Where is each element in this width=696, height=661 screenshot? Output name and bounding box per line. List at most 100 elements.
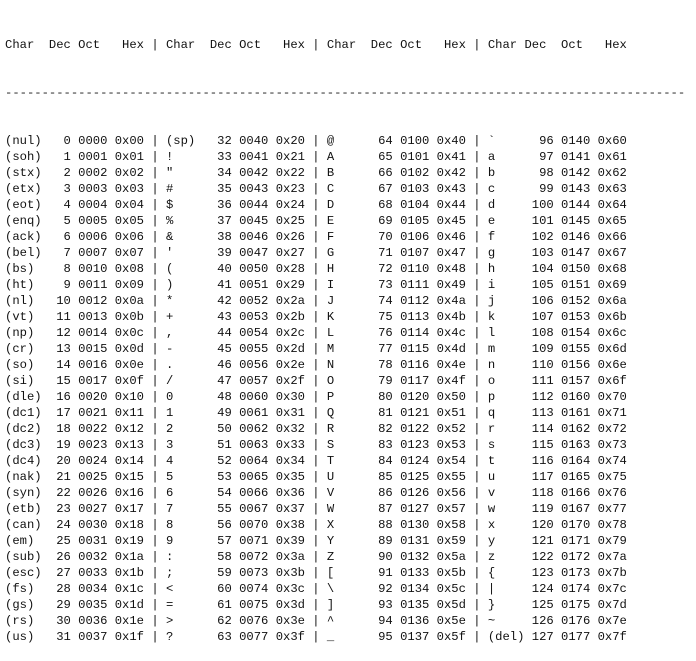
cell-hex: 0x35 [275, 470, 305, 484]
cell-dec: 78 [363, 358, 401, 372]
cell-dec: 14 [41, 358, 79, 372]
table-row: (etx) 3 0003 0x03 | # 35 0043 0x23 | C 6… [5, 181, 685, 197]
table-row: (eot) 4 0004 0x04 | $ 36 0044 0x24 | D 6… [5, 197, 685, 213]
column-separator: | [144, 406, 166, 420]
table-row: (us) 31 0037 0x1f | ? 63 0077 0x3f | _ 9… [5, 629, 685, 645]
column-separator: | [144, 470, 166, 484]
cell-dec: 45 [202, 342, 240, 356]
cell-hex: 0x31 [275, 406, 305, 420]
cell-char: v [487, 486, 525, 500]
cell-dec: 12 [41, 326, 79, 340]
table-row: (dc2) 18 0022 0x12 | 2 50 0062 0x32 | R … [5, 421, 685, 437]
cell-char: h [487, 262, 525, 276]
cell-hex: 0x79 [597, 534, 627, 548]
cell-hex: 0x65 [597, 214, 627, 228]
cell-hex: 0x67 [597, 246, 627, 260]
column-separator: | [144, 230, 166, 244]
cell-oct: 0144 [561, 198, 598, 212]
cell-hex: 0x58 [436, 518, 466, 532]
cell-char: l [487, 326, 525, 340]
cell-char: m [487, 342, 525, 356]
cell-hex: 0x21 [275, 150, 305, 164]
table-row: (cr) 13 0015 0x0d | - 45 0055 0x2d | M 7… [5, 341, 685, 357]
column-separator: | [144, 358, 166, 372]
cell-hex: 0x75 [597, 470, 627, 484]
cell-dec: 30 [41, 614, 79, 628]
cell-dec: 36 [202, 198, 240, 212]
cell-dec: 126 [524, 614, 562, 628]
cell-dec: 110 [524, 358, 562, 372]
cell-oct: 0005 [78, 214, 115, 228]
cell-oct: 0000 [78, 134, 115, 148]
column-separator: | [465, 534, 488, 548]
cell-char: V [326, 486, 364, 500]
cell-dec: 124 [524, 582, 562, 596]
cell-dec: 51 [202, 438, 240, 452]
cell-dec: 21 [41, 470, 79, 484]
column-separator: | [304, 534, 327, 548]
cell-hex: 0x52 [436, 422, 466, 436]
cell-hex: 0x09 [114, 278, 144, 292]
cell-hex: 0x51 [436, 406, 466, 420]
column-separator: | [465, 246, 488, 260]
cell-hex: 0x1a [114, 550, 144, 564]
cell-hex: 0x34 [275, 454, 305, 468]
column-separator: | [304, 342, 327, 356]
cell-hex: 0x15 [114, 470, 144, 484]
cell-hex: 0x06 [114, 230, 144, 244]
header-oct: Oct [400, 38, 444, 52]
cell-hex: 0x13 [114, 438, 144, 452]
cell-oct: 0014 [78, 326, 115, 340]
column-separator: | [144, 182, 166, 196]
cell-hex: 0x03 [114, 182, 144, 196]
cell-hex: 0x2e [275, 358, 305, 372]
cell-dec: 46 [202, 358, 240, 372]
cell-dec: 9 [41, 278, 79, 292]
cell-hex: 0x25 [275, 214, 305, 228]
cell-hex: 0x12 [114, 422, 144, 436]
cell-dec: 108 [524, 326, 562, 340]
cell-dec: 50 [202, 422, 240, 436]
cell-dec: 95 [363, 630, 401, 644]
column-separator: | [465, 502, 488, 516]
cell-oct: 0124 [400, 454, 437, 468]
column-separator: | [465, 630, 488, 644]
column-separator: | [144, 326, 166, 340]
column-separator: | [144, 454, 166, 468]
cell-char: H [326, 262, 364, 276]
column-separator: | [465, 470, 488, 484]
cell-oct: 0164 [561, 454, 598, 468]
cell-char: ^ [326, 614, 364, 628]
cell-oct: 0113 [400, 310, 437, 324]
cell-oct: 0141 [561, 150, 598, 164]
header-char: Char [326, 38, 371, 52]
cell-oct: 0012 [78, 294, 115, 308]
column-separator: | [304, 486, 327, 500]
cell-char: j [487, 294, 525, 308]
column-separator: | [304, 566, 327, 580]
header-oct: Oct [239, 38, 283, 52]
column-separator: | [304, 454, 327, 468]
cell-char: (gs) [5, 598, 42, 612]
cell-hex: 0x73 [597, 438, 627, 452]
cell-hex: 0x6e [597, 358, 627, 372]
cell-char: (eot) [5, 198, 42, 212]
cell-hex: 0x6d [597, 342, 627, 356]
cell-char: 1 [165, 406, 203, 420]
cell-char: 8 [165, 518, 203, 532]
table-row: (soh) 1 0001 0x01 | ! 33 0041 0x21 | A 6… [5, 149, 685, 165]
cell-oct: 0163 [561, 438, 598, 452]
cell-dec: 119 [524, 502, 562, 516]
cell-char: " [165, 166, 203, 180]
cell-hex: 0x7a [597, 550, 627, 564]
cell-char: (etx) [5, 182, 42, 196]
cell-hex: 0x48 [436, 262, 466, 276]
column-separator: | [304, 422, 327, 436]
cell-oct: 0125 [400, 470, 437, 484]
column-separator: | [144, 38, 166, 52]
cell-hex: 0x0a [114, 294, 144, 308]
cell-dec: 27 [41, 566, 79, 580]
cell-dec: 38 [202, 230, 240, 244]
column-separator: | [465, 294, 488, 308]
cell-hex: 0x1f [114, 630, 144, 644]
